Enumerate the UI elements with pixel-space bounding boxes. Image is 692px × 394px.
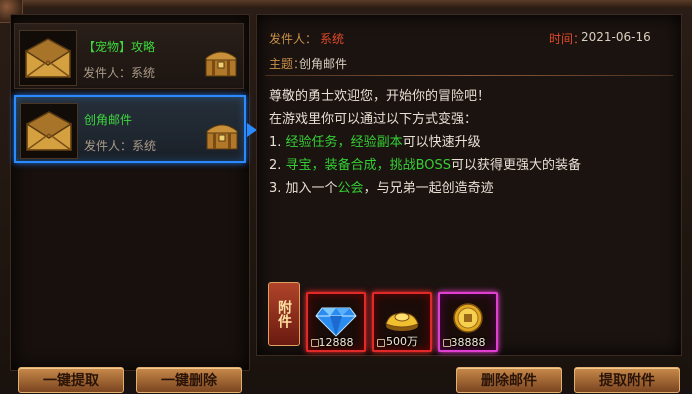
claim-all-button[interactable]: 一键提取 [18,367,124,393]
delete-mail-button[interactable]: 删除邮件 [456,367,562,393]
body-line-4: 2. 寻宝，装备合成，挑战BOSS可以获得更强大的装备 [269,158,582,173]
attachment-label: 附件 [268,282,300,346]
top-border-decoration [0,0,692,8]
claim-attachment-button[interactable]: 提取附件 [574,367,680,393]
body-line-1: 尊敬的勇士欢迎您，开始你的冒险吧！ [269,89,491,104]
time-value: 2021-06-16 [581,30,651,44]
attachment-quantity: 12888 [318,336,354,349]
mail-item-character-created[interactable]: 创角邮件 发件人：系统 [14,95,257,163]
treasure-chest-icon [206,124,238,150]
envelope-icon [26,111,72,151]
delete-all-button[interactable]: 一键删除 [136,367,242,393]
attachment-slot-gold-coin[interactable]: 38888 [438,292,498,352]
mail-list-panel: 【宠物】攻略 发件人：系统 创角邮件 发件人：系统 [10,14,257,371]
attachment-slot-diamond[interactable]: 12888 [306,292,366,352]
mail-window: 【宠物】攻略 发件人：系统 创角邮件 发件人：系统 一键提取 一键删除 发件人：… [0,0,692,393]
highlight-text: 寻宝 [285,158,312,173]
sender-label: 发件人： [269,32,318,46]
envelope-frame [20,103,78,159]
envelope-icon [25,38,71,78]
highlight-text: 经验副本 [350,135,403,150]
attachment-quantity: 500万 [386,335,418,348]
gold-coin-icon [453,303,483,333]
highlight-text: 装备合成 [324,158,377,173]
sender-value: 系统 [320,32,345,46]
attachment-quantity: 38888 [450,336,486,349]
attachment-slot-gold-ingot[interactable]: 500万 [372,292,432,352]
mail-sender: 发件人：系统 [84,139,157,153]
header-divider [265,75,673,76]
mail-item-pet-guide[interactable]: 【宠物】攻略 发件人：系统 [14,23,244,89]
highlight-text: 挑战BOSS [389,158,452,173]
mail-title: 创角邮件 [84,113,133,127]
body-line-5: 3. 加入一个公会，与兄弟一起创造奇迹 [269,181,494,196]
mail-sender: 发件人：系统 [83,66,156,80]
time-label: 时间： [549,32,586,46]
mail-title: 【宠物】攻略 [83,40,156,54]
highlight-text: 经验任务 [285,135,338,150]
envelope-frame [19,30,77,86]
treasure-chest-icon [205,51,237,77]
body-line-3: 1. 经验任务，经验副本可以快速升级 [269,135,481,150]
subject-value: 创角邮件 [299,57,348,71]
diamond-icon [315,307,357,337]
highlight-text: 公会 [337,181,364,196]
body-line-2: 在游戏里你可以通过以下方式变强： [269,112,478,127]
